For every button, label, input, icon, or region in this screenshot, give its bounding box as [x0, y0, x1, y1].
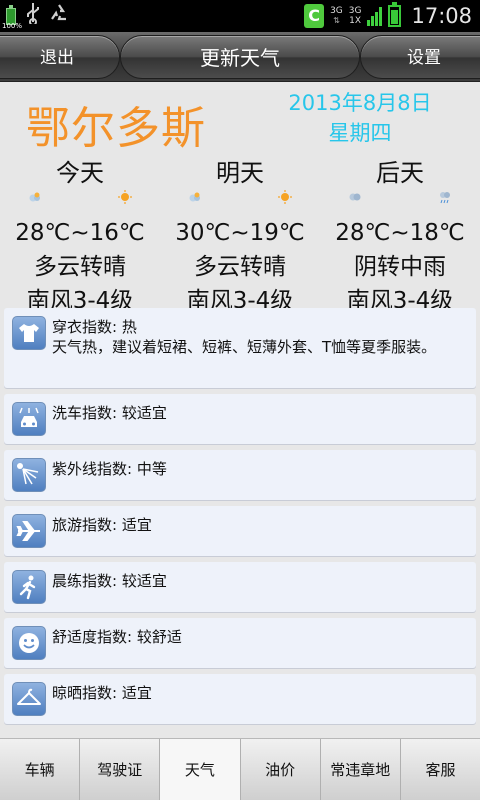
runner-icon	[12, 570, 46, 604]
forecast-day-after: 后天 28℃~18℃ 阴转中雨 南风3-4级	[320, 156, 480, 318]
sun-icon	[278, 190, 292, 204]
overcast-icon	[349, 193, 361, 201]
list-item-car-wash-index[interactable]: 洗车指数: 较适宜	[4, 394, 476, 444]
network-bottom-sub-label: 1X	[349, 16, 362, 26]
weekday-text: 星期四	[328, 121, 392, 145]
index-title: 洗车指数: 较适宜	[52, 404, 167, 422]
battery-icon	[388, 2, 402, 27]
tshirt-icon	[12, 316, 46, 350]
list-item-comfort-index[interactable]: 舒适度指数: 较舒适	[4, 618, 476, 668]
rain-icon	[440, 192, 450, 204]
tab-fuel-price[interactable]: 油价	[239, 739, 320, 800]
network-3g-1x-icon: 3G 1X	[349, 6, 362, 26]
tab-violation-spots[interactable]: 常违章地	[319, 739, 400, 800]
tab-driver-license[interactable]: 驾驶证	[79, 739, 160, 800]
cloud-icon	[189, 192, 200, 202]
index-title: 晨练指数: 较适宜	[52, 572, 167, 590]
day-temp: 28℃~16℃	[15, 220, 145, 246]
day-temp: 28℃~18℃	[335, 220, 465, 246]
list-item-drying-index[interactable]: 晾晒指数: 适宜	[4, 674, 476, 724]
tab-vehicle[interactable]: 车辆	[0, 739, 80, 800]
day-name: 今天	[56, 159, 104, 187]
index-title: 晾晒指数: 适宜	[52, 684, 152, 702]
network-bottom-label: 3G	[348, 6, 362, 16]
list-item-morning-exercise-index[interactable]: 晨练指数: 较适宜	[4, 562, 476, 612]
tab-customer-service[interactable]: 客服	[399, 739, 480, 800]
forecast-row: 今天 28℃~16℃ 多云转晴 南风3-4级 明天 30℃~19℃ 多云转晴 南…	[0, 156, 480, 318]
cloud-icon	[29, 192, 40, 202]
day-desc: 多云转晴	[194, 254, 286, 280]
uv-sun-icon	[12, 458, 46, 492]
usb-icon	[26, 2, 40, 30]
day-temp: 30℃~19℃	[175, 220, 305, 246]
recycle-icon	[48, 2, 70, 30]
header-bar: 退出 更新天气 设置	[0, 32, 480, 82]
index-title: 紫外线指数: 中等	[52, 460, 167, 478]
day-name: 后天	[376, 159, 424, 187]
sun-icon	[118, 190, 132, 204]
exit-button[interactable]: 退出	[0, 35, 120, 79]
hanger-icon	[12, 682, 46, 716]
index-desc: 天气热，建议着短裙、短裤、短薄外套、T恤等夏季服装。	[52, 338, 437, 356]
smiley-icon	[12, 626, 46, 660]
day-desc: 多云转晴	[34, 254, 126, 280]
bottom-tab-bar: 车辆 驾驶证 天气 油价 常违章地 客服	[0, 738, 480, 800]
battery-full-icon: 100%	[2, 5, 22, 30]
index-title: 旅游指数: 适宜	[52, 516, 152, 534]
signal-bars-icon	[367, 6, 383, 26]
airplane-icon	[12, 514, 46, 548]
day-desc: 阴转中雨	[354, 254, 446, 280]
city-name: 鄂尔多斯	[26, 103, 206, 154]
status-bar: 100% C 3G ⇅ 3G 1X 17:08	[0, 0, 480, 32]
date-block: 2013年8月8日 星期四	[280, 88, 440, 148]
car-wash-icon	[12, 402, 46, 436]
update-weather-button[interactable]: 更新天气	[120, 35, 360, 79]
list-item-uv-index[interactable]: 紫外线指数: 中等	[4, 450, 476, 500]
clock: 17:08	[411, 4, 472, 28]
settings-button[interactable]: 设置	[360, 35, 480, 79]
forecast-tomorrow: 明天 30℃~19℃ 多云转晴 南风3-4级	[160, 156, 320, 318]
day-name: 明天	[216, 159, 264, 187]
battery-small-text: 100%	[2, 22, 23, 30]
network-top-label: 3G	[330, 6, 343, 16]
tab-weather[interactable]: 天气	[159, 739, 240, 800]
list-item-travel-index[interactable]: 旅游指数: 适宜	[4, 506, 476, 556]
date-text: 2013年8月8日	[288, 91, 432, 115]
index-title: 舒适度指数: 较舒适	[52, 628, 182, 646]
app-notification-icon: C	[304, 4, 325, 28]
forecast-today: 今天 28℃~16℃ 多云转晴 南风3-4级	[0, 156, 160, 318]
network-3g-icon: 3G ⇅	[330, 6, 343, 25]
list-item-clothing-index[interactable]: 穿衣指数: 热 天气热，建议着短裙、短裤、短薄外套、T恤等夏季服装。	[4, 308, 476, 388]
index-title: 穿衣指数: 热	[52, 318, 137, 336]
